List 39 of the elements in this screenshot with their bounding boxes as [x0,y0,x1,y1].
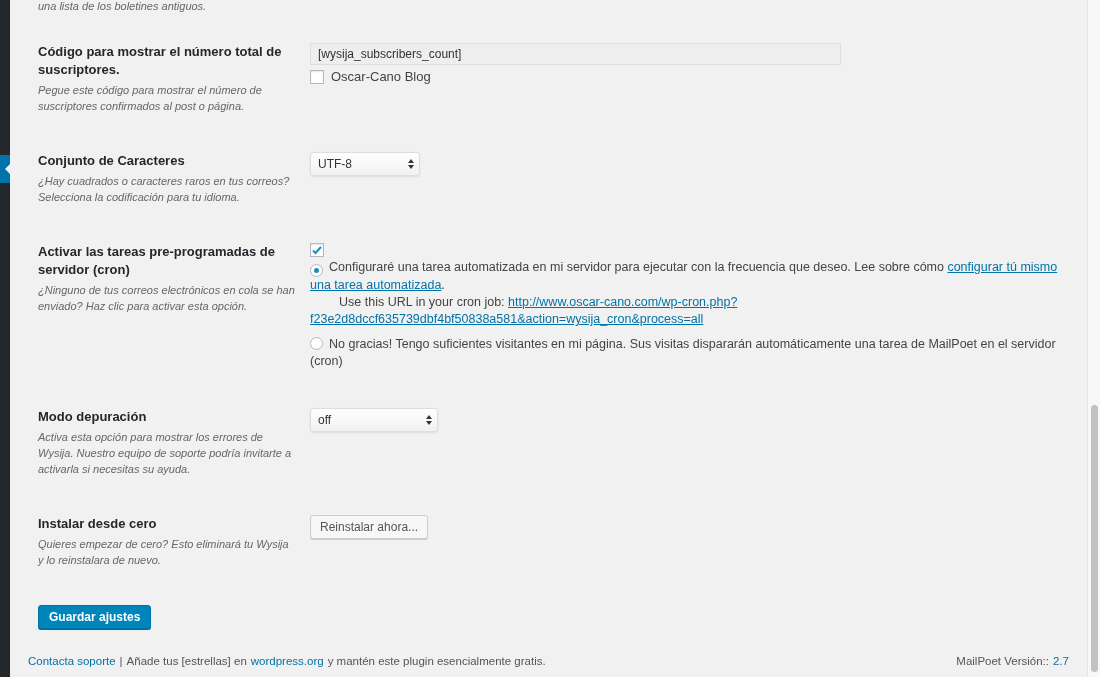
cron-url-link[interactable]: f23e2d8dccf635739dbf4bf50838a581&action=wysija_cron&process=all [310,312,704,326]
radio-button[interactable] [310,337,323,350]
setting-description: Quieres empezar de cero? Esto eliminará tu Wysija y lo reinstalara de nuevo. [38,537,290,568]
radio-option-text: Configuraré una tarea automatizada en mi servidor para ejecutar con la frecuencia que deseo. Lee sobre cómo configurar tú mismo una tarea automatizada. [310,259,1059,294]
cron-url-text: Use this URL in your cron job: http://www.oscar-cano.com/wp-cron.php? f23e2d8dccf635739dbf4bf50838a581&action=wysija_cron&process=all [310,294,739,328]
notch-icon [5,164,10,174]
cron-url-link[interactable]: http://www.oscar-cano.com/wp-cron.php? [508,295,738,309]
radio-button[interactable] [310,264,323,277]
version-label: MailPoet Versión:: [956,655,1049,667]
setting-label: Código para mostrar el número total de suscriptores. [38,43,283,79]
setting-label: Instalar desde cero [38,515,158,533]
wordpress-link[interactable]: wordpress.org [250,655,324,667]
select-arrows-icon [426,415,432,425]
checkbox[interactable] [310,69,324,84]
radio-option-text: No gracias! Tengo suficientes visitantes en mi página. Sus visitas dispararán automáticamente una tarea de MailPoet en el servidor (cron) [310,336,1057,370]
help-link[interactable]: configurar tú mismo [947,260,1058,274]
setting-description: ¿Hay cuadrados o caracteres raros en tus correos? Selecciona la codificación para tu idioma. [38,174,291,205]
setting-label: Conjunto de Caracteres [38,152,186,170]
setting-label: Activar las tareas pre-programadas de servidor (cron) [38,243,276,279]
setting-description: Pegue este código para mostrar el número de suscriptores confirmados al post o página. [38,83,263,114]
select-arrows-icon [408,159,414,169]
description-text: una lista de los boletines antiguos. [38,0,207,12]
separator-text: | [119,655,123,667]
select-dropdown[interactable]: UTF-8 [310,152,420,176]
version-link[interactable]: 2.7 [1053,655,1069,667]
footer-text: Añade tus [estrellas] en [126,655,247,667]
sidebar-active-item[interactable] [0,155,10,183]
support-link[interactable]: Contacta soporte [28,655,116,667]
shortcode-field[interactable]: [wysija_subscribers_count] [310,43,841,65]
setting-label: Modo depuración [38,408,148,426]
scrollbar-thumb[interactable] [1091,405,1098,672]
setting-description: Activa esta opción para mostrar los errores de Wysija. Nuestro equipo de soporte podría invitarte a activarla si necesitas su ayuda. [38,430,293,477]
checkbox[interactable] [310,243,324,257]
select-dropdown[interactable]: off [310,408,438,432]
reinstall-button[interactable]: Reinstalar ahora... [310,515,429,539]
checkbox-label: Oscar-Cano Blog [331,69,431,84]
setting-description: ¿Ninguno de tus correos electrónicos en cola se han enviado? Haz clic para activar esta opción. [38,283,296,314]
footer-text: y mantén este plugin esencialmente gratis. [327,655,546,667]
save-button[interactable]: Guardar ajustes [38,605,152,629]
